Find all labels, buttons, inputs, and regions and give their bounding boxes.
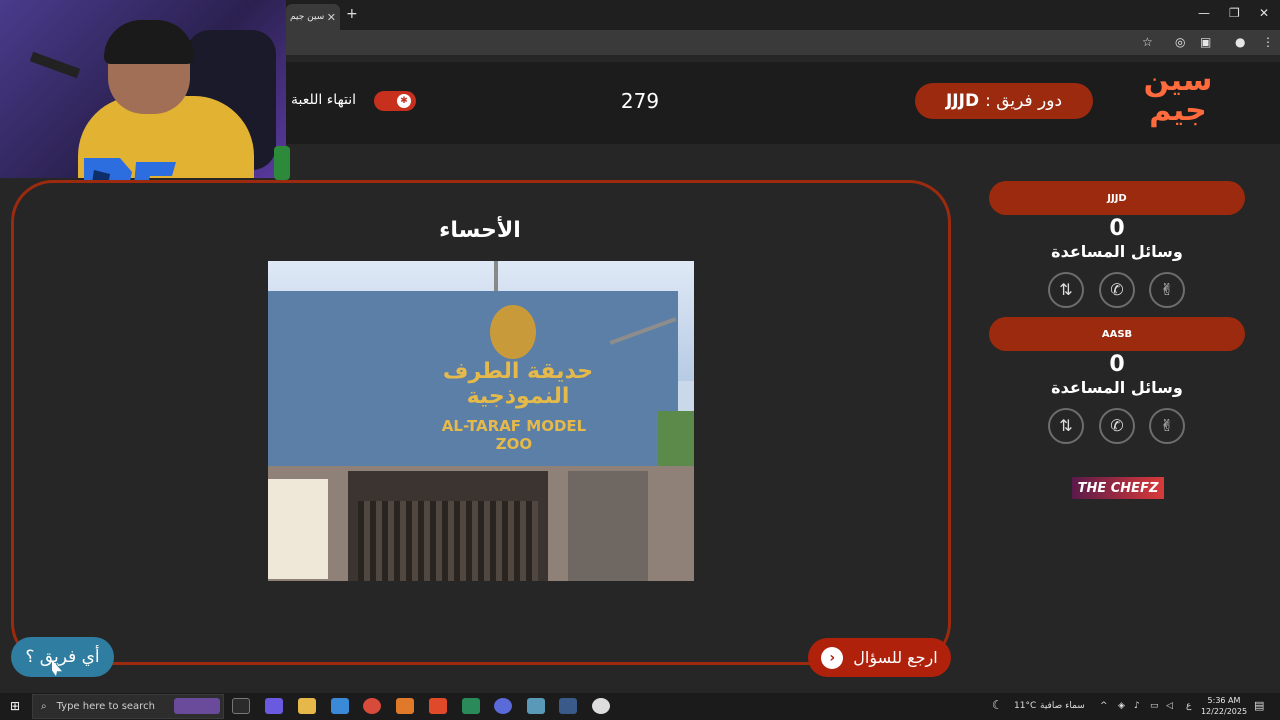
team-2-aids-label: وسائل المساعدة: [1051, 378, 1183, 397]
close-window-icon[interactable]: ✕: [1259, 6, 1269, 20]
taskbar-search-placeholder: Type here to search: [56, 701, 155, 712]
obs-icon[interactable]: [592, 698, 610, 714]
timer: 279: [620, 89, 660, 113]
webcam-mic: [29, 51, 81, 79]
menu-icon[interactable]: ⋮: [1262, 35, 1274, 49]
logo-line-2: جيم: [1149, 93, 1207, 128]
phone-icon[interactable]: ✆: [1099, 272, 1135, 308]
question-image: حديقة الطرف النموذجية AL-TARAF MODEL ZOO: [268, 261, 694, 581]
image-sign-arabic: حديقة الطرف النموذجية: [442, 359, 594, 409]
chevron-left-icon: ‹: [821, 646, 844, 669]
tab-title: سين جيم: [290, 12, 325, 22]
new-tab-icon[interactable]: +: [346, 6, 358, 22]
puzzle-icon[interactable]: ▣: [1200, 35, 1211, 49]
taskbar-clock[interactable]: 5:36 AM 12/22/2025: [1198, 695, 1250, 717]
xbox-icon[interactable]: [462, 698, 480, 714]
browser-tab[interactable]: سين جيم ✕: [286, 4, 340, 30]
weather-moon-icon: ☾: [992, 698, 1003, 712]
image-sign-english: AL-TARAF MODEL ZOO: [441, 417, 587, 453]
turn-prefix: دور فريق :: [985, 91, 1063, 111]
restore-icon[interactable]: ❐: [1229, 6, 1240, 20]
tray-volume-icon[interactable]: ◁: [1166, 701, 1173, 711]
copilot-icon[interactable]: [265, 698, 283, 714]
image-plaque: [268, 479, 328, 579]
logo-line-1: سين: [1143, 63, 1213, 98]
reverse-icon[interactable]: ⇅: [1048, 408, 1084, 444]
minimize-icon[interactable]: —: [1198, 6, 1210, 20]
team-2-name: AASB: [989, 317, 1245, 351]
clock-time: 5:36 AM: [1207, 696, 1241, 705]
team-1-score: 0: [1109, 216, 1125, 241]
sponsor-logo: THE CHEFZ: [1072, 477, 1164, 499]
notifications-icon[interactable]: ▤: [1254, 699, 1264, 712]
end-game-label: انتهاء اللعبة: [291, 92, 357, 108]
tab-close-icon[interactable]: ✕: [327, 11, 336, 24]
toggle-knob-icon: ✱: [397, 94, 411, 108]
discord-icon[interactable]: [494, 698, 512, 714]
image-door: [348, 471, 548, 581]
task-view-icon[interactable]: [232, 698, 250, 714]
question-title: الأحساء: [439, 218, 521, 243]
team-2-score: 0: [1109, 352, 1125, 377]
back-to-question-button[interactable]: ارجع للسؤال ‹: [808, 638, 951, 677]
weather-desc: سماء صافية: [1040, 701, 1085, 711]
game-logo: سين جيم: [1140, 66, 1216, 136]
tray-mic-icon[interactable]: ♪: [1134, 701, 1140, 711]
image-door-bars: [358, 501, 538, 581]
turn-indicator: دور فريق : JJJD: [915, 83, 1093, 119]
search-highlight-icon: [174, 698, 220, 714]
app-orange-icon[interactable]: [396, 698, 414, 714]
weather-temp: 11°C: [1014, 701, 1037, 711]
lion-emblem-icon: [490, 305, 536, 359]
tray-chevron-up-icon[interactable]: ^: [1100, 701, 1108, 711]
store-icon[interactable]: [331, 698, 349, 714]
end-game-toggle[interactable]: ✱: [374, 91, 416, 111]
windows-start-icon[interactable]: ⊞: [10, 699, 20, 713]
tray-network-icon[interactable]: ◈: [1118, 701, 1125, 711]
back-to-question-label: ارجع للسؤال: [853, 648, 938, 667]
steam-icon[interactable]: [559, 698, 577, 714]
clock-date: 12/22/2025: [1200, 707, 1248, 716]
peace-hand-icon[interactable]: ✌: [1149, 408, 1185, 444]
webcam-can: [274, 146, 290, 180]
phone-icon[interactable]: ✆: [1099, 408, 1135, 444]
bookmark-star-icon[interactable]: ☆: [1142, 35, 1153, 49]
search-icon: ⌕: [41, 701, 47, 712]
chrome-icon[interactable]: [363, 698, 381, 714]
reverse-icon[interactable]: ⇅: [1048, 272, 1084, 308]
tray-display-icon[interactable]: ▭: [1150, 701, 1159, 711]
webcam-person-beanie: [104, 20, 194, 64]
app-notes-icon[interactable]: [527, 698, 545, 714]
turn-team: JJJD: [945, 91, 980, 111]
peace-hand-icon[interactable]: ✌: [1149, 272, 1185, 308]
profile-icon[interactable]: ●: [1235, 35, 1245, 49]
team-1-aids-label: وسائل المساعدة: [1051, 242, 1183, 261]
tray-language[interactable]: ع: [1186, 701, 1191, 711]
file-explorer-icon[interactable]: [298, 698, 316, 714]
image-carving: [568, 471, 648, 581]
extension-icon[interactable]: ◎: [1175, 35, 1185, 49]
team-1-name: JJJD: [989, 181, 1245, 215]
which-team-button[interactable]: أي فريق ؟: [11, 637, 114, 677]
brave-icon[interactable]: [429, 698, 447, 714]
